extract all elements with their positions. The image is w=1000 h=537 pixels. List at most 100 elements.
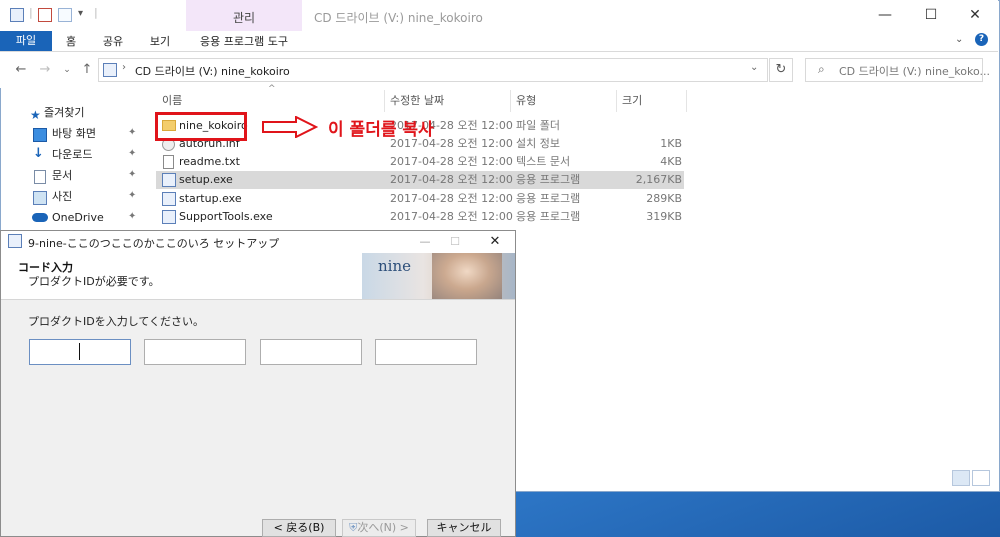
- dialog-subheading: プロダクトIDが必要です。: [28, 275, 160, 288]
- maximize-button[interactable]: ☐: [440, 232, 470, 252]
- picture-icon: [33, 191, 47, 205]
- column-header-type[interactable]: 유형: [516, 92, 536, 108]
- product-id-field-1[interactable]: [29, 339, 131, 365]
- document-icon: [34, 170, 46, 184]
- search-placeholder[interactable]: CD 드라이브 (V:) nine_koko...: [839, 63, 990, 79]
- column-header-name[interactable]: 이름: [162, 92, 182, 108]
- explorer-titlebar: [0, 0, 998, 31]
- details-view-icon[interactable]: [952, 470, 970, 486]
- manage-tab-label[interactable]: 관리: [186, 9, 302, 26]
- large-icons-view-icon[interactable]: [972, 470, 990, 486]
- file-name: readme.txt: [179, 155, 240, 168]
- cloud-icon: [32, 213, 48, 222]
- file-date: 2017-04-28 오전 12:00: [390, 192, 513, 205]
- file-size: 289KB: [646, 192, 682, 205]
- right-arrow-icon: [262, 116, 318, 138]
- breadcrumb-path[interactable]: CD 드라이브 (V:) nine_kokoiro: [135, 63, 290, 79]
- back-button[interactable]: < 戻る(B): [262, 519, 336, 537]
- refresh-button[interactable]: ↻: [769, 58, 793, 82]
- download-icon: ↓: [33, 146, 44, 161]
- product-id-field-4[interactable]: [375, 339, 477, 365]
- sidebar-item-onedrive[interactable]: OneDrive: [52, 208, 104, 228]
- pin-icon[interactable]: ✦: [128, 190, 136, 201]
- pin-icon[interactable]: ✦: [128, 148, 136, 159]
- list-item[interactable]: readme.txt 2017-04-28 오전 12:00 텍스트 문서 4K…: [156, 153, 684, 171]
- divider: |: [94, 6, 98, 19]
- banner-logo: nine: [378, 257, 411, 275]
- up-arrow-icon[interactable]: ↑: [78, 60, 96, 80]
- list-item-selected[interactable]: setup.exe 2017-04-28 오전 12:00 응용 프로그램 2,…: [156, 171, 684, 189]
- customize-qat-chevron-icon[interactable]: ▾: [78, 8, 83, 19]
- banner-image: nine: [362, 253, 515, 299]
- sort-ascending-icon: ^: [268, 84, 276, 94]
- file-size: 319KB: [646, 210, 682, 223]
- file-date: 2017-04-28 오전 12:00: [390, 210, 513, 223]
- text-cursor: [79, 343, 80, 360]
- tab-view[interactable]: 보기: [143, 33, 177, 49]
- minimize-button[interactable]: —: [410, 232, 440, 252]
- column-header-size[interactable]: 크기: [622, 92, 642, 108]
- sidebar-item-documents[interactable]: 문서: [52, 166, 72, 186]
- file-name: startup.exe: [179, 192, 242, 205]
- new-folder-icon[interactable]: [58, 8, 72, 22]
- column-divider[interactable]: [686, 90, 687, 112]
- file-type: 텍스트 문서: [516, 155, 571, 168]
- file-type: 응용 프로그램: [516, 173, 581, 186]
- expand-ribbon-chevron-icon[interactable]: ⌄: [955, 34, 963, 45]
- forward-arrow-icon[interactable]: →: [36, 60, 54, 80]
- app-window-icon[interactable]: [10, 8, 24, 22]
- back-arrow-icon[interactable]: ←: [12, 60, 30, 80]
- product-id-field-3[interactable]: [260, 339, 362, 365]
- list-item[interactable]: SupportTools.exe 2017-04-28 오전 12:00 응용 …: [156, 208, 684, 226]
- sidebar-item-favorites[interactable]: 즐겨찾기: [44, 103, 84, 123]
- maximize-button[interactable]: ☐: [908, 0, 954, 31]
- pin-icon[interactable]: ✦: [128, 211, 136, 222]
- banner-character-art: [432, 253, 502, 299]
- star-icon: ★: [30, 108, 41, 122]
- tab-application-tools[interactable]: 응용 프로그램 도구: [186, 33, 302, 49]
- app-icon: [162, 192, 176, 206]
- close-button[interactable]: ✕: [952, 0, 998, 31]
- file-size: 2,167KB: [635, 173, 682, 186]
- help-icon[interactable]: ?: [975, 33, 988, 46]
- file-size: 1KB: [660, 137, 682, 150]
- pin-icon[interactable]: ✦: [128, 127, 136, 138]
- column-divider[interactable]: [616, 90, 617, 112]
- file-name: setup.exe: [179, 173, 233, 186]
- search-icon: ⌕: [818, 62, 825, 76]
- minimize-button[interactable]: —: [862, 0, 908, 31]
- properties-icon[interactable]: [38, 8, 52, 22]
- drive-icon: [103, 63, 117, 77]
- annotation-text: 이 폴더를 복사: [328, 120, 434, 140]
- file-type: 설치 정보: [516, 137, 560, 150]
- breadcrumb-chevron-icon[interactable]: ›: [122, 62, 126, 73]
- file-type: 응용 프로그램: [516, 210, 581, 223]
- column-divider[interactable]: [384, 90, 385, 112]
- close-button[interactable]: ✕: [480, 232, 510, 252]
- next-button-label: 次へ(N) >: [357, 521, 409, 534]
- tab-share[interactable]: 공유: [96, 33, 130, 49]
- file-date: 2017-04-28 오전 12:00: [390, 173, 513, 186]
- recent-locations-chevron-icon[interactable]: ⌄: [58, 60, 76, 80]
- divider: |: [29, 6, 33, 19]
- next-button[interactable]: ⛨次へ(N) >: [342, 519, 416, 537]
- dialog-title: 9-nine-ここのつここのかここのいろ セットアップ: [28, 237, 280, 250]
- window-title: CD 드라이브 (V:) nine_kokoiro: [314, 11, 483, 25]
- tab-file[interactable]: 파일: [0, 31, 52, 51]
- text-file-icon: [163, 155, 174, 169]
- pin-icon[interactable]: ✦: [128, 169, 136, 180]
- sidebar-item-pictures[interactable]: 사진: [52, 187, 72, 207]
- sidebar-item-desktop[interactable]: 바탕 화면: [52, 124, 96, 144]
- file-type: 응용 프로그램: [516, 192, 581, 205]
- column-header-date[interactable]: 수정한 날짜: [390, 92, 444, 108]
- product-id-field-2[interactable]: [144, 339, 246, 365]
- file-size: 4KB: [660, 155, 682, 168]
- tab-home[interactable]: 홈: [60, 33, 82, 49]
- column-divider[interactable]: [510, 90, 511, 112]
- address-dropdown-chevron-icon[interactable]: ⌄: [750, 62, 758, 73]
- highlight-box: [155, 112, 247, 141]
- cancel-button[interactable]: キャンセル: [427, 519, 501, 537]
- sidebar-item-downloads[interactable]: 다운로드: [52, 145, 92, 165]
- list-item[interactable]: startup.exe 2017-04-28 오전 12:00 응용 프로그램 …: [156, 190, 684, 208]
- file-date: 2017-04-28 오전 12:00: [390, 155, 513, 168]
